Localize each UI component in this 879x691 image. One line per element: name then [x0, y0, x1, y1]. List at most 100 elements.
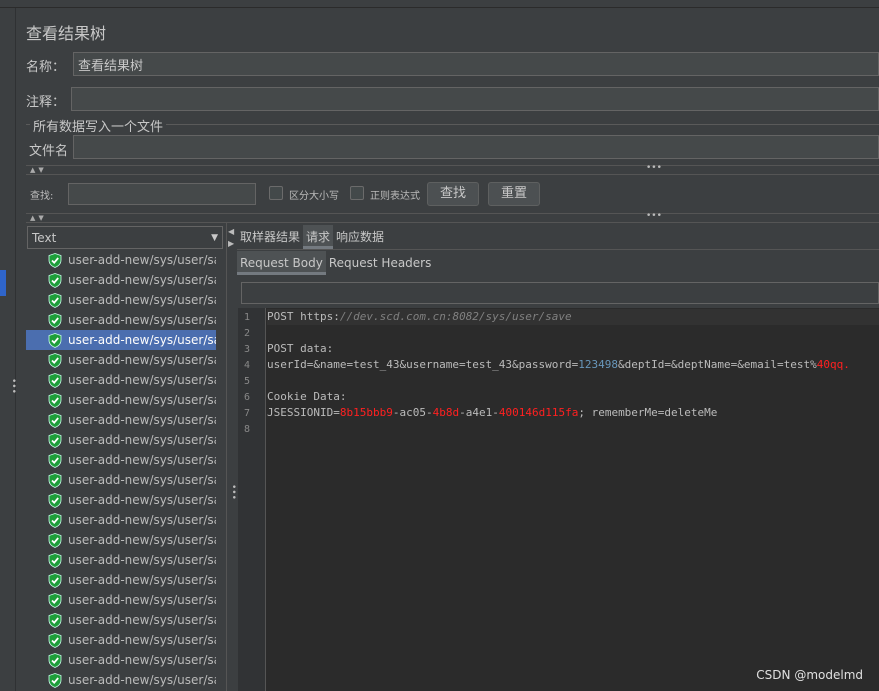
- success-shield-icon: [48, 332, 62, 348]
- result-item-label: user-add-new/sys/user/save: [68, 493, 216, 507]
- case-sensitive-label: 区分大小写: [289, 191, 339, 202]
- result-item[interactable]: user-add-new/sys/user/save: [26, 450, 216, 470]
- result-item-label: user-add-new/sys/user/save: [68, 293, 216, 307]
- result-item[interactable]: user-add-new/sys/user/save: [26, 610, 216, 630]
- top-toolbar: [0, 0, 879, 8]
- result-item[interactable]: user-add-new/sys/user/save: [26, 630, 216, 650]
- divider: [26, 213, 879, 214]
- code-text: -a4e1-: [459, 406, 499, 419]
- case-sensitive-checkbox[interactable]: [269, 186, 283, 200]
- line-number: 7: [244, 408, 251, 419]
- line-number: 1: [244, 312, 251, 323]
- comment-input[interactable]: [71, 87, 879, 111]
- name-input[interactable]: [73, 52, 879, 76]
- success-shield-icon: [48, 632, 62, 648]
- success-shield-icon: [48, 272, 62, 288]
- result-item[interactable]: user-add-new/sys/user/save: [26, 410, 216, 430]
- success-shield-icon: [48, 532, 62, 548]
- result-item-label: user-add-new/sys/user/save: [68, 273, 216, 287]
- result-item[interactable]: user-add-new/sys/user/save: [26, 290, 216, 310]
- url-text: //dev.scd.com.cn:8082/sys/user/save: [339, 310, 572, 323]
- editor-search-field[interactable]: [241, 282, 879, 304]
- highlight-text: 8b15bbb9: [339, 406, 393, 419]
- result-item-label: user-add-new/sys/user/save: [68, 573, 216, 587]
- result-item[interactable]: user-add-new/sys/user/save: [26, 390, 216, 410]
- success-shield-icon: [48, 352, 62, 368]
- filename-input[interactable]: [73, 135, 879, 159]
- splitter-handle[interactable]: •••: [8, 378, 18, 394]
- success-shield-icon: [48, 252, 62, 268]
- result-item[interactable]: user-add-new/sys/user/save: [26, 330, 216, 350]
- left-tree-strip: [0, 8, 16, 691]
- code-text: &deptId=&deptName=&email=test%: [618, 358, 817, 371]
- result-item-label: user-add-new/sys/user/save: [68, 333, 216, 347]
- result-item[interactable]: user-add-new/sys/user/save: [26, 650, 216, 670]
- result-item-label: user-add-new/sys/user/save: [68, 453, 216, 467]
- code-line-3: POST data:: [267, 342, 334, 355]
- regex-checkbox[interactable]: [350, 186, 364, 200]
- result-item[interactable]: user-add-new/sys/user/save: [26, 370, 216, 390]
- result-item-label: user-add-new/sys/user/save: [68, 653, 216, 667]
- subtab-1[interactable]: Request Headers: [326, 251, 435, 275]
- highlight-text: 40qq.: [816, 358, 850, 371]
- result-item-label: user-add-new/sys/user/save: [68, 433, 216, 447]
- collapse-arrows[interactable]: ▲▼: [30, 214, 47, 222]
- code-text: POST https:: [267, 310, 340, 323]
- line-number: 4: [244, 360, 251, 371]
- result-item[interactable]: user-add-new/sys/user/save: [26, 470, 216, 490]
- code-text: -ac05-: [392, 406, 433, 419]
- tab-2[interactable]: 响应数据: [333, 225, 387, 249]
- filename-label: 文件名: [29, 144, 69, 159]
- result-item[interactable]: user-add-new/sys/user/save: [26, 510, 216, 530]
- code-line-4: userId=&name=test_43&username=test_43&pa…: [267, 357, 850, 373]
- page-title: 查看结果树: [26, 24, 107, 43]
- collapse-arrows[interactable]: ▲▼: [30, 166, 47, 174]
- result-item-label: user-add-new/sys/user/save: [68, 513, 216, 527]
- result-item[interactable]: user-add-new/sys/user/save: [26, 430, 216, 450]
- success-shield-icon: [48, 572, 62, 588]
- result-item[interactable]: user-add-new/sys/user/save: [26, 590, 216, 610]
- splitter-handle[interactable]: •••: [646, 163, 662, 173]
- result-item[interactable]: user-add-new/sys/user/save: [26, 310, 216, 330]
- result-item-label: user-add-new/sys/user/save: [68, 353, 216, 367]
- tab-1[interactable]: 请求: [303, 225, 334, 249]
- result-item-label: user-add-new/sys/user/save: [68, 313, 216, 327]
- success-shield-icon: [48, 512, 62, 528]
- code-text: ; rememberMe=deleteMe: [578, 406, 718, 419]
- splitter-handle[interactable]: •••: [646, 211, 662, 221]
- line-number: 6: [244, 392, 251, 403]
- success-shield-icon: [48, 672, 62, 688]
- divider: [237, 249, 879, 250]
- result-item[interactable]: user-add-new/sys/user/save: [26, 490, 216, 510]
- result-item[interactable]: user-add-new/sys/user/save: [26, 550, 216, 570]
- file-group-label: 所有数据写入一个文件: [30, 116, 167, 135]
- result-item[interactable]: user-add-new/sys/user/save: [26, 530, 216, 550]
- success-shield-icon: [48, 492, 62, 508]
- result-item[interactable]: user-add-new/sys/user/save: [26, 670, 216, 690]
- reset-button[interactable]: 重置: [488, 182, 540, 206]
- number-text: 123498: [578, 358, 619, 371]
- line-gutter: 1 2 3 4 5 6 7 8: [238, 308, 266, 691]
- search-input[interactable]: [68, 183, 256, 205]
- splitter-handle[interactable]: •••: [228, 484, 238, 500]
- result-item[interactable]: user-add-new/sys/user/save: [26, 570, 216, 590]
- result-item-label: user-add-new/sys/user/save: [68, 553, 216, 567]
- tab-0[interactable]: 取样器结果: [237, 225, 303, 249]
- result-item[interactable]: user-add-new/sys/user/save: [26, 270, 216, 290]
- subtab-0[interactable]: Request Body: [237, 251, 326, 275]
- find-button[interactable]: 查找: [427, 182, 479, 206]
- result-item-label: user-add-new/sys/user/save: [68, 673, 216, 687]
- result-item[interactable]: user-add-new/sys/user/save: [26, 350, 216, 370]
- success-shield-icon: [48, 472, 62, 488]
- renderer-select[interactable]: Text ▼: [27, 226, 223, 249]
- result-item-label: user-add-new/sys/user/save: [68, 593, 216, 607]
- result-item-label: user-add-new/sys/user/save: [68, 633, 216, 647]
- request-body-editor[interactable]: 1 2 3 4 5 6 7 8 POST https://dev.scd.com.cn:808…: [238, 308, 879, 691]
- line-number: 2: [244, 328, 251, 339]
- request-subtabs: Request Body Request Headers: [237, 251, 434, 275]
- highlight-text: 400146d115fa: [498, 406, 579, 419]
- regex-label: 正则表达式: [370, 191, 420, 202]
- result-item[interactable]: user-add-new/sys/user/save: [26, 250, 216, 270]
- split-arrows[interactable]: ◀ ▶: [228, 226, 234, 250]
- code-line-6: Cookie Data:: [267, 390, 347, 403]
